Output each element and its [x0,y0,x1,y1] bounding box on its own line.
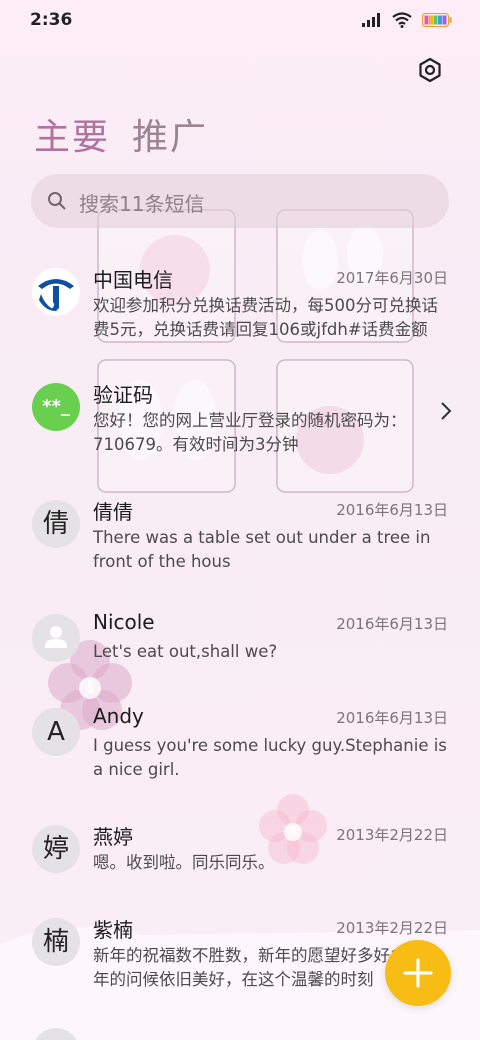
category-tabs: 主要 推广 [34,108,208,160]
message-preview: 欢迎参加积分兑换话费活动，每500分可兑换话费5元，兑换话费请回复106或jfd… [93,296,438,339]
message-date: 2013年2月22日 [336,826,448,844]
signal-icon [362,13,380,27]
message-date: 2016年6月13日 [336,615,448,633]
message-preview: Let's eat out,shall we? [93,642,278,661]
conversation-item[interactable]: **_ 验证码 您好！您的网上营业厅登录的随机密码为：710679。有效时间为3… [0,383,480,463]
sender-name: 燕婷 [93,825,133,849]
status-time: 2:36 [30,10,73,30]
message-date: 2017年6月30日 [336,269,448,287]
message-date: 2013年2月22日 [336,919,448,937]
chevron-right-icon[interactable] [440,401,452,421]
tab-main[interactable]: 主要 [34,108,110,160]
sender-name: Nicole [93,610,155,634]
battery-icon [422,13,452,27]
conversation-item[interactable]: 婷 燕婷 2013年2月22日 嗯。收到啦。同乐同乐。 [0,825,480,885]
contact-avatar [32,614,80,662]
contact-avatar: 楠 [32,918,80,966]
china-telecom-logo [32,268,80,316]
conversation-item-partial[interactable] [0,1028,480,1040]
sender-name: 验证码 [93,383,153,407]
conversation-item[interactable]: 倩 倩倩 2016年6月13日 There was a table set ou… [0,500,480,580]
search-bar[interactable]: 搜索11条短信 [31,174,449,228]
settings-button[interactable] [414,54,446,86]
contact-avatar: A [32,708,80,756]
settings-hexagon-icon [419,57,441,83]
conversation-item[interactable]: 中国电信 2017年6月30日 欢迎参加积分兑换话费活动，每500分可兑换话费5… [0,268,480,348]
message-preview: I guess you're some lucky guy.Stephanie … [93,736,447,779]
tab-promotions[interactable]: 推广 [132,108,208,160]
message-date: 2016年6月13日 [336,709,448,727]
status-bar: 2:36 [0,0,480,42]
contact-avatar: 婷 [32,825,80,873]
plus-icon [403,958,433,988]
verification-avatar: **_ [32,383,80,431]
conversation-item[interactable]: A Andy 2016年6月13日 I guess you're some lu… [0,704,480,788]
sender-name: 倩倩 [93,500,133,524]
search-icon [48,192,66,210]
message-preview: 嗯。收到啦。同乐同乐。 [93,853,275,872]
message-preview: There was a table set out under a tree i… [93,528,431,571]
message-date: 2016年6月13日 [336,501,448,519]
person-icon [45,626,67,648]
message-preview: 您好！您的网上营业厅登录的随机密码为：710679。有效时间为3分钟 [93,411,407,454]
wifi-icon [392,12,412,28]
sender-name: 中国电信 [93,268,173,292]
conversation-item[interactable]: Nicole 2016年6月13日 Let's eat out,shall we… [0,610,480,674]
search-placeholder: 搜索11条短信 [79,192,205,216]
new-message-button[interactable] [385,940,451,1006]
contact-avatar [32,1028,80,1040]
contact-avatar: 倩 [32,500,80,548]
sender-name: 紫楠 [93,918,133,942]
sender-name: Andy [93,704,144,728]
